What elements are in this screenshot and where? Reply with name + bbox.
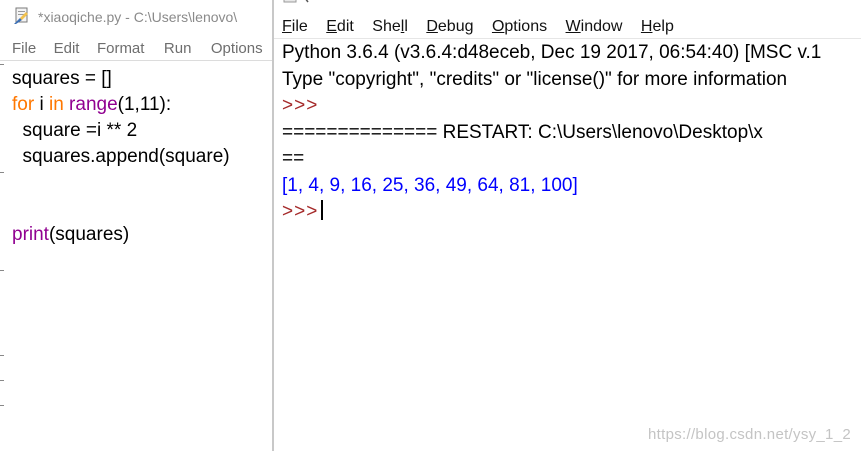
shell-menu-file[interactable]: File (282, 15, 308, 36)
shell-title-icon (283, 0, 309, 3)
editor-titlebar: *xiaoqiche.py - C:\Users\lenovo\ (0, 0, 272, 34)
shell-menubar: File Edit Shell Debug Options Window Hel… (274, 12, 861, 39)
shell-menu-shell[interactable]: Shell (372, 15, 408, 36)
code-line-7: print(squares) (12, 224, 130, 245)
shell-prompt: >>> (282, 95, 319, 116)
shell-menu-window[interactable]: Window (566, 15, 623, 36)
keyword-for: for (12, 94, 35, 115)
prompt-line-1: >>> (282, 93, 821, 120)
code-line-4: squares.append(square) (12, 146, 230, 167)
editor-menu-edit[interactable]: Edit (54, 40, 80, 57)
restart-line: ============== RESTART: C:\Users\lenovo\… (282, 121, 763, 143)
restart-continuation: == (282, 148, 305, 169)
editor-menu-file[interactable]: File (12, 40, 36, 57)
shell-menu-options[interactable]: Options (492, 15, 547, 36)
keyword-in: in (48, 94, 64, 115)
code-editor[interactable]: squares = [] for i in range(1,11): square… (12, 66, 230, 248)
banner-line-1: Python 3.6.4 (v3.6.4:d48eceb, Dec 19 201… (282, 42, 822, 63)
builtin-print: print (12, 224, 49, 245)
editor-menubar: File Edit Format Run Options (0, 36, 272, 61)
shell-prompt-active: >>> (282, 201, 319, 222)
shell-window: File Edit Shell Debug Options Window Hel… (272, 0, 861, 451)
shell-menu-debug[interactable]: Debug (426, 15, 473, 36)
program-output: [1, 4, 9, 16, 25, 36, 49, 64, 81, 100] (282, 174, 578, 196)
builtin-range: range (69, 94, 118, 115)
code-line-1: squares = [] (12, 68, 112, 89)
banner-line-2: Type "copyright", "credits" or "license(… (282, 68, 788, 90)
watermark: https://blog.csdn.net/ysy_1_2 (648, 426, 851, 443)
shell-menu-edit[interactable]: Edit (326, 15, 354, 36)
code-line-2: for i in range(1,11): (12, 94, 172, 115)
shell-menu-help[interactable]: Help (641, 15, 674, 36)
editor-title: *xiaoqiche.py - C:\Users\lenovo\ (38, 9, 238, 25)
editor-menu-format[interactable]: Format (97, 40, 145, 57)
shell-output[interactable]: Python 3.6.4 (v3.6.4:d48eceb, Dec 19 201… (282, 40, 821, 226)
text-cursor (321, 200, 324, 220)
window-edge-marks (0, 0, 5, 451)
idle-file-icon (14, 7, 28, 24)
editor-menu-options[interactable]: Options (211, 40, 263, 57)
code-line-3: square =i ** 2 (12, 120, 138, 141)
prompt-line-2[interactable]: >>> (282, 199, 821, 226)
editor-menu-run[interactable]: Run (164, 40, 192, 57)
editor-window: *xiaoqiche.py - C:\Users\lenovo\ File Ed… (0, 0, 272, 451)
